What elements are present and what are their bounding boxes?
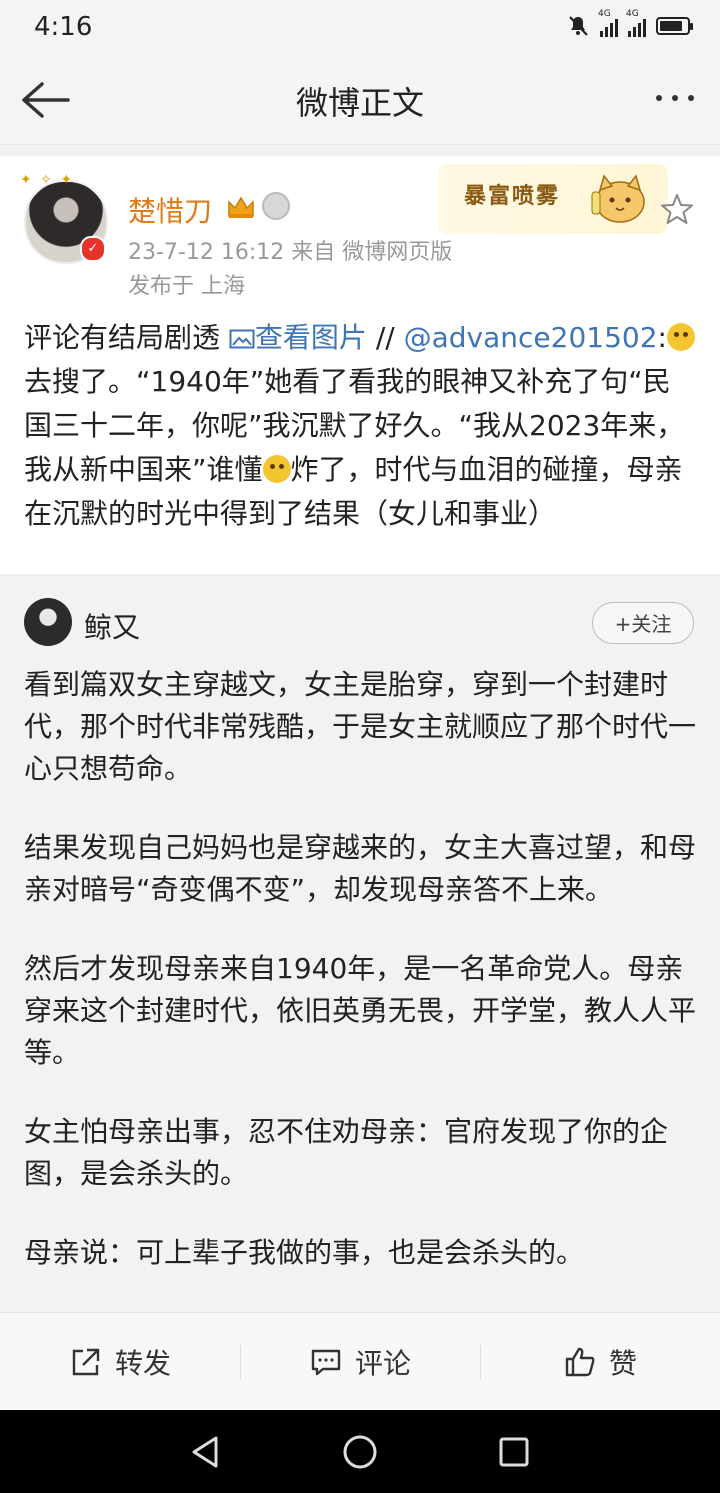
paragraph: 看到篇双女主穿越文，女主是胎穿，穿到一个封建时代，那个时代非常残酷，于是女主就顺… [24,668,697,785]
mute-bell-icon [569,16,588,36]
crying-emoji-icon [666,323,695,351]
signal-icon: 4G [598,9,618,37]
like-label: 赞 [608,1347,637,1380]
sticker-text: 暴富喷雾 [464,183,561,209]
view-image-label: 查看图片 [254,321,367,354]
like-button[interactable]: 赞 [480,1313,720,1411]
original-author-name[interactable]: 鲸又 [84,606,140,646]
favorite-star-icon[interactable] [660,192,694,226]
card-sticker: 暴富喷雾 [438,164,668,234]
comment-button[interactable]: 评论 [240,1313,480,1411]
view-image-link[interactable]: 查看图片 [229,321,367,354]
original-author-avatar[interactable] [24,598,72,646]
post-intro-text: 评论有结局剧透 [24,321,229,354]
mention-link[interactable]: @advance201502 [404,321,658,354]
share-icon [72,1348,100,1376]
paragraph: 然后才发现母亲来自1940年，是一名革命党人。母亲穿来这个封建时代，依旧英勇无畏… [24,952,697,1069]
medal-icon [262,192,290,220]
reposted-original[interactable]: 鲸又 +关注 看到篇双女主穿越文，女主是胎穿，穿到一个封建时代，那个时代非常残酷… [0,574,720,1310]
post-content: 评论有结局剧透 查看图片 // @advance201502:去搜了。“1940… [24,316,696,536]
signal-icon-2: 4G [626,9,646,37]
image-icon [229,329,255,349]
nav-home-icon[interactable] [342,1434,378,1470]
thumbs-up-icon [565,1347,595,1377]
repost-button[interactable]: 转发 [0,1313,240,1411]
nav-back-icon[interactable] [188,1434,224,1470]
verified-badge-icon: ✓ [80,236,106,262]
battery-icon [656,17,693,35]
action-bar: 转发 评论 赞 [0,1312,720,1411]
paragraph: 女主怕母亲出事，忍不住劝母亲：官府发现了你的企图，是会杀头的。 [24,1115,669,1190]
mention-colon: : [657,321,667,354]
weibo-post: ✦ ✧ ✦ ✓ 楚惜刀 23-7-12 16:12 来自 微博网页版 发布于 上… [0,156,720,574]
repost-separator: // [366,321,395,354]
status-icons: 4G 4G [566,9,693,38]
nav-recents-icon[interactable] [496,1434,532,1470]
vip-crown-icon [228,196,254,218]
status-time: 4:16 [34,12,93,42]
post-meta: 23-7-12 16:12 来自 微博网页版 [128,240,453,265]
author-name[interactable]: 楚惜刀 [128,190,212,230]
system-nav-bar [0,1410,720,1493]
repost-label: 转发 [114,1347,171,1380]
cat-sticker-icon [591,174,645,223]
status-bar: 4:16 4G 4G [0,0,720,56]
page-title: 微博正文 [295,84,424,122]
avatar-frame-icon: ✦ ✧ ✦ [20,172,75,188]
comment-icon [311,1349,341,1376]
follow-button[interactable]: +关注 [592,602,694,644]
crying-emoji-icon-2 [262,455,291,483]
more-options-button[interactable] [648,84,702,112]
original-content: 看到篇双女主穿越文，女主是胎穿，穿到一个封建时代，那个时代非常残酷，于是女主就顺… [24,664,696,1311]
paragraph: 结果发现自己妈妈也是穿越来的，女主大喜过望，和母亲对暗号“奇变偶不变”，却发现母… [24,831,697,906]
author-avatar[interactable]: ✦ ✧ ✦ ✓ [20,172,108,264]
nav-bar: 微博正文 [0,56,720,145]
post-location: 发布于 上海 [128,274,245,299]
comment-label: 评论 [354,1347,411,1380]
paragraph: 母亲说：可上辈子我做的事，也是会杀头的。 [24,1236,585,1269]
